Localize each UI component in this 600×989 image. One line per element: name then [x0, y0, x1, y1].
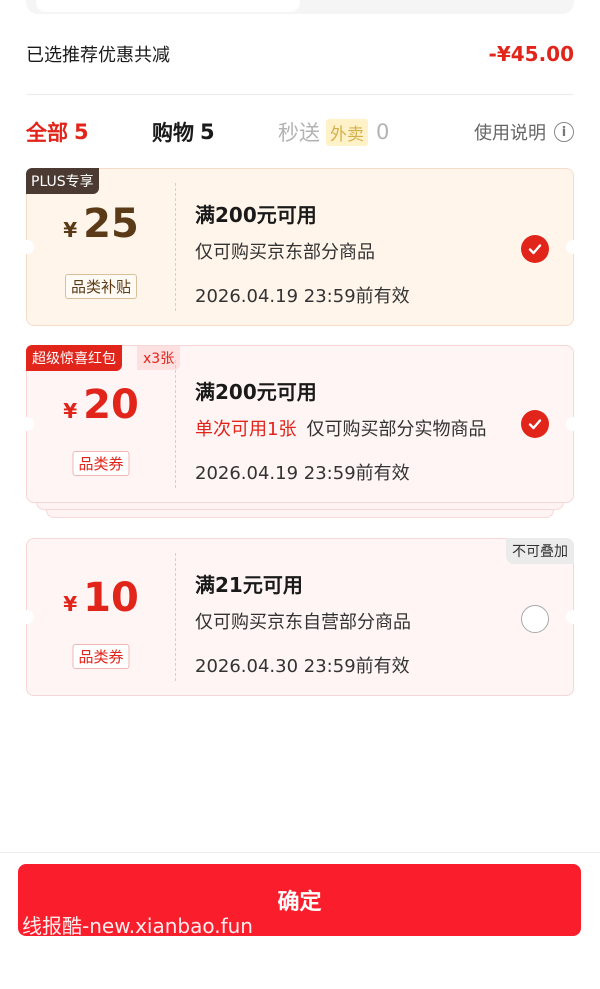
coupon-info: 满200元可用 仅可购买京东部分商品 2026.04.19 23:59前有效 — [195, 199, 410, 308]
coupon-scope-text: 仅可购买京东自营部分商品 — [195, 612, 411, 633]
coupon-separator — [175, 553, 176, 681]
tab-shopping-label: 购物 — [152, 121, 194, 145]
coupon-info: 满200元可用 单次可用1张 仅可购买部分实物商品 2026.04.19 23:5… — [195, 376, 486, 485]
previous-section-remnant — [26, 0, 574, 14]
coupon-card[interactable]: 超级惊喜红包 x3张 ¥ 20 品类券 满200元可用 单次可用1张 仅可购买部分… — [20, 345, 580, 503]
coupon-expiry: 2026.04.30 23:59前有效 — [195, 656, 410, 677]
super-surprise-badge: 超级惊喜红包 — [26, 345, 122, 371]
coupon-card[interactable]: PLUS专享 ¥ 25 品类补贴 满200元可用 仅可购买京东部分商品 2026… — [20, 168, 580, 326]
coupon-value: 20 — [83, 382, 139, 428]
coupon-multiplier: x3张 — [137, 346, 181, 370]
info-icon: i — [554, 122, 574, 142]
tab-shopping[interactable]: 购物 5 — [152, 117, 278, 147]
coupon-condition: 满200元可用 — [195, 203, 317, 227]
coupon-value: 10 — [83, 575, 139, 621]
coupon-amount: ¥ 25 — [27, 201, 175, 247]
coupon-notch — [566, 240, 580, 254]
tab-all-label: 全部 — [26, 121, 68, 145]
currency-symbol: ¥ — [63, 218, 78, 242]
checkmark-icon — [528, 244, 542, 255]
coupon-info: 满21元可用 仅可购买京东自营部分商品 2026.04.30 23:59前有效 — [195, 569, 411, 678]
coupon-category-tag: 品类券 — [72, 451, 130, 476]
coupon-scope: 单次可用1张 仅可购买部分实物商品 — [195, 415, 486, 441]
coupon-checkbox-unchecked[interactable] — [521, 605, 549, 633]
usage-help-link[interactable]: 使用说明 i — [474, 119, 574, 145]
coupon-value: 25 — [83, 201, 139, 247]
coupon-condition: 满200元可用 — [195, 380, 317, 404]
tab-instant-count: 0 — [376, 120, 390, 144]
coupon-category-tag: 品类券 — [72, 644, 130, 669]
coupon-category-tag: 品类补贴 — [64, 274, 138, 299]
discount-summary: 已选推荐优惠共减 -¥45.00 — [26, 38, 574, 70]
footer-divider — [0, 852, 600, 853]
checkmark-icon — [528, 419, 542, 430]
summary-value: -¥45.00 — [488, 42, 574, 66]
coupon-checkbox-checked[interactable] — [521, 235, 549, 263]
coupon-amount: ¥ 20 — [27, 382, 175, 428]
coupon-expiry: 2026.04.19 23:59前有效 — [195, 463, 410, 484]
coupon-amount: ¥ 10 — [27, 575, 175, 621]
tab-instant-delivery[interactable]: 秒送 外卖 0 — [278, 117, 389, 147]
divider — [26, 94, 574, 95]
currency-symbol: ¥ — [63, 592, 78, 616]
coupon-checkbox-checked[interactable] — [521, 410, 549, 438]
coupon-usage-limit: 单次可用1张 — [195, 419, 297, 440]
coupon-tabs: 全部 5 购物 5 秒送 外卖 0 使用说明 i — [26, 112, 574, 152]
coupon-selection-page: 已选推荐优惠共减 -¥45.00 全部 5 购物 5 秒送 外卖 0 使用说明 … — [0, 0, 600, 989]
tab-shopping-count: 5 — [200, 120, 215, 144]
not-stackable-badge: 不可叠加 — [506, 538, 574, 564]
tab-instant-label: 秒送 — [278, 121, 320, 145]
watermark-text: 线报酷-new.xianbao.fun — [22, 914, 253, 938]
coupon-notch — [566, 610, 580, 624]
previous-section-inner — [36, 0, 300, 12]
currency-symbol: ¥ — [63, 399, 78, 423]
coupon-separator — [175, 183, 176, 311]
coupon-condition: 满21元可用 — [195, 573, 303, 597]
summary-label: 已选推荐优惠共减 — [26, 45, 170, 66]
coupon-notch — [566, 417, 580, 431]
coupon-scope: 仅可购买京东自营部分商品 — [195, 608, 411, 634]
coupon-scope-text: 仅可购买京东部分商品 — [195, 242, 375, 263]
tab-instant-tag: 外卖 — [326, 118, 368, 146]
usage-help-label: 使用说明 — [474, 123, 546, 144]
coupon-scope-text: 仅可购买部分实物商品 — [306, 419, 487, 440]
coupon-expiry: 2026.04.19 23:59前有效 — [195, 286, 410, 307]
tab-all-count: 5 — [74, 120, 89, 144]
plus-exclusive-badge: PLUS专享 — [26, 168, 99, 194]
coupon-separator — [175, 360, 176, 488]
tab-all[interactable]: 全部 5 — [26, 117, 152, 147]
coupon-scope: 仅可购买京东部分商品 — [195, 238, 410, 264]
coupon-card[interactable]: 不可叠加 ¥ 10 品类券 满21元可用 仅可购买京东自营部分商品 2026.0… — [20, 538, 580, 696]
